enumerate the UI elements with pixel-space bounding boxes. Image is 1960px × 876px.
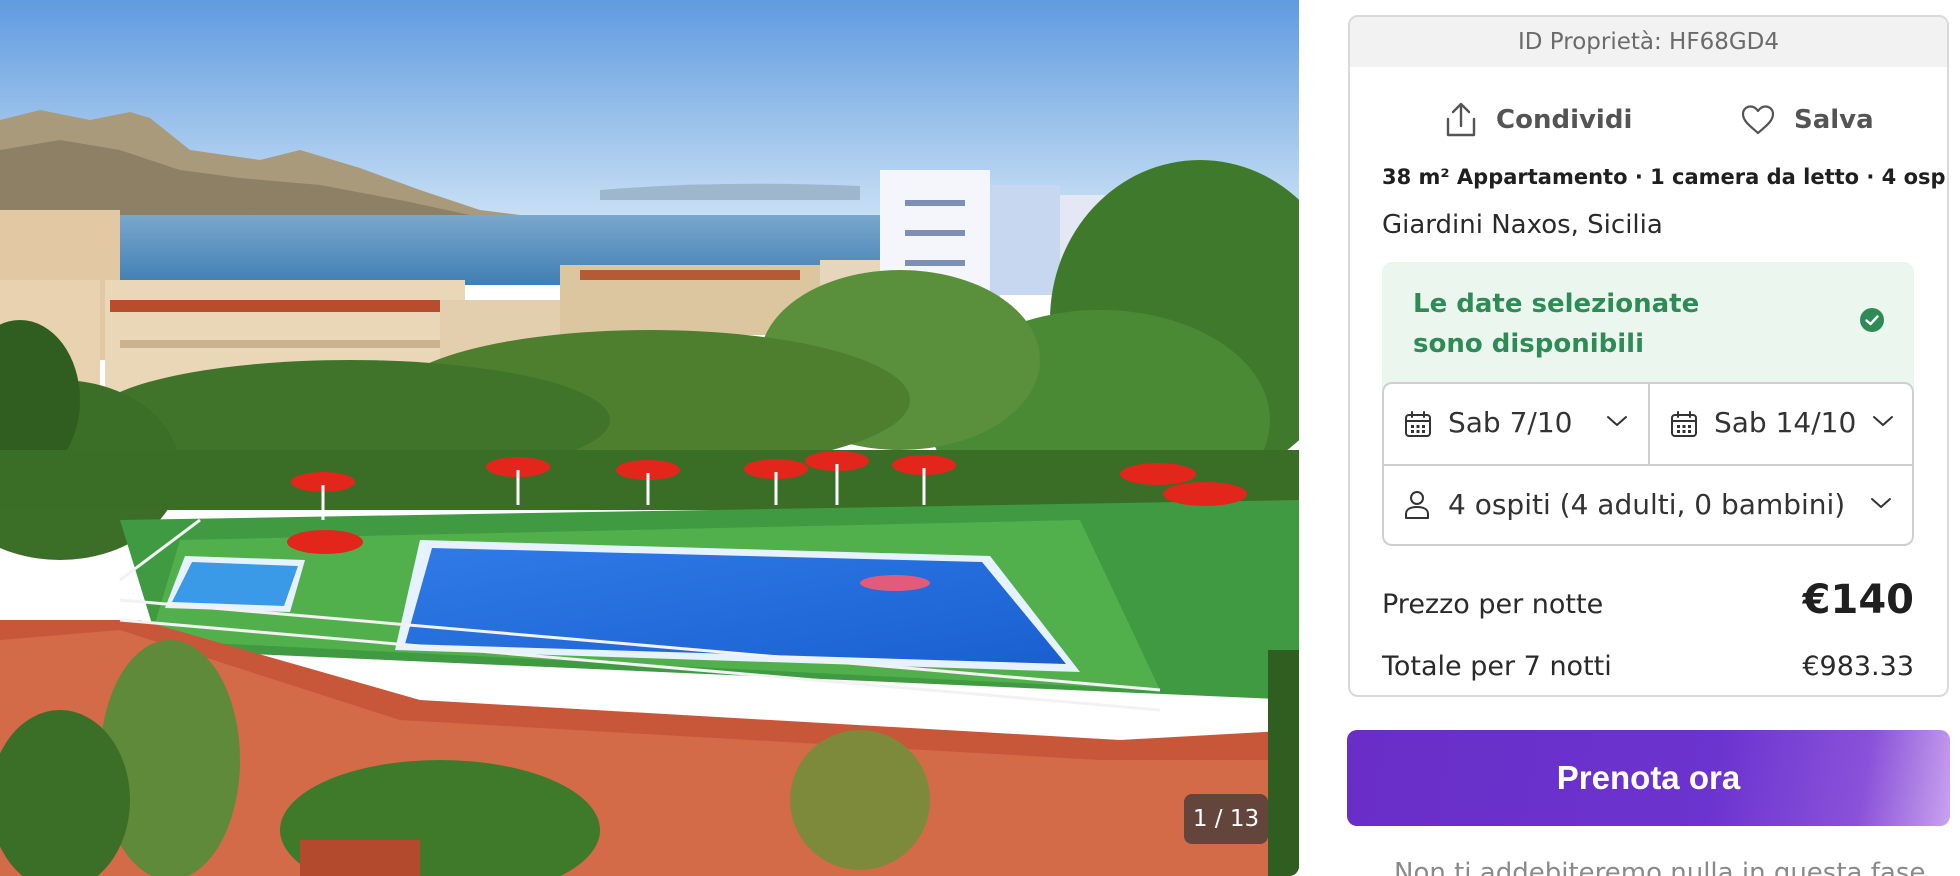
guests-value: 4 ospiti (4 adulti, 0 bambini) — [1448, 488, 1846, 521]
property-location: Giardini Naxos, Sicilia — [1382, 210, 1663, 240]
booking-form: Sab 7/10 Sab 14/10 4 ospiti (4 adulti, 0… — [1382, 382, 1914, 546]
photo-counter: 1 / 13 — [1184, 794, 1268, 844]
chevron-down-icon — [1871, 498, 1891, 508]
no-charge-notice: Non ti addebiteremo nulla in questa fase — [1394, 858, 1926, 876]
property-summary: 38 m² Appartamento · 1 camera da letto ·… — [1382, 165, 1949, 189]
person-icon — [1405, 491, 1429, 519]
property-id: ID Proprietà: HF68GD4 — [1350, 17, 1947, 67]
nightly-price-row: Prezzo per notte €140 — [1382, 577, 1914, 627]
save-label: Salva — [1794, 105, 1874, 135]
calendar-icon — [1671, 411, 1697, 437]
nightly-price-value: €140 — [1802, 577, 1914, 623]
save-button[interactable]: Salva — [1740, 95, 1874, 145]
checkout-date-value: Sab 14/10 — [1714, 406, 1857, 439]
share-button[interactable]: Condividi — [1444, 95, 1632, 145]
calendar-icon — [1405, 411, 1431, 437]
total-price-row: Totale per 7 notti €983.33 — [1382, 645, 1914, 689]
share-label: Condividi — [1496, 105, 1633, 135]
checkin-date-picker[interactable]: Sab 7/10 — [1384, 384, 1650, 464]
card-actions: Condividi Salva — [1350, 95, 1947, 145]
share-icon — [1446, 102, 1476, 137]
availability-text: Le date selezionate sono disponibili — [1413, 289, 1700, 359]
nightly-price-label: Prezzo per notte — [1382, 589, 1604, 620]
chevron-down-icon — [1873, 416, 1893, 426]
heart-icon — [1741, 105, 1775, 135]
property-photo[interactable]: 1 / 13 — [0, 0, 1299, 876]
guests-selector[interactable]: 4 ospiti (4 adulti, 0 bambini) — [1384, 464, 1912, 544]
chevron-down-icon — [1607, 416, 1627, 426]
availability-banner: Le date selezionate sono disponibili — [1382, 262, 1914, 398]
booking-card: ID Proprietà: HF68GD4 Condividi Salva 38… — [1348, 15, 1949, 697]
total-price-label: Totale per 7 notti — [1382, 651, 1612, 682]
resort-pool-image — [0, 0, 1299, 876]
total-price-value: €983.33 — [1802, 651, 1914, 682]
check-circle-icon — [1860, 308, 1884, 332]
checkin-date-value: Sab 7/10 — [1448, 406, 1573, 439]
book-now-button[interactable]: Prenota ora — [1347, 730, 1950, 826]
checkout-date-picker[interactable]: Sab 14/10 — [1650, 384, 1914, 464]
